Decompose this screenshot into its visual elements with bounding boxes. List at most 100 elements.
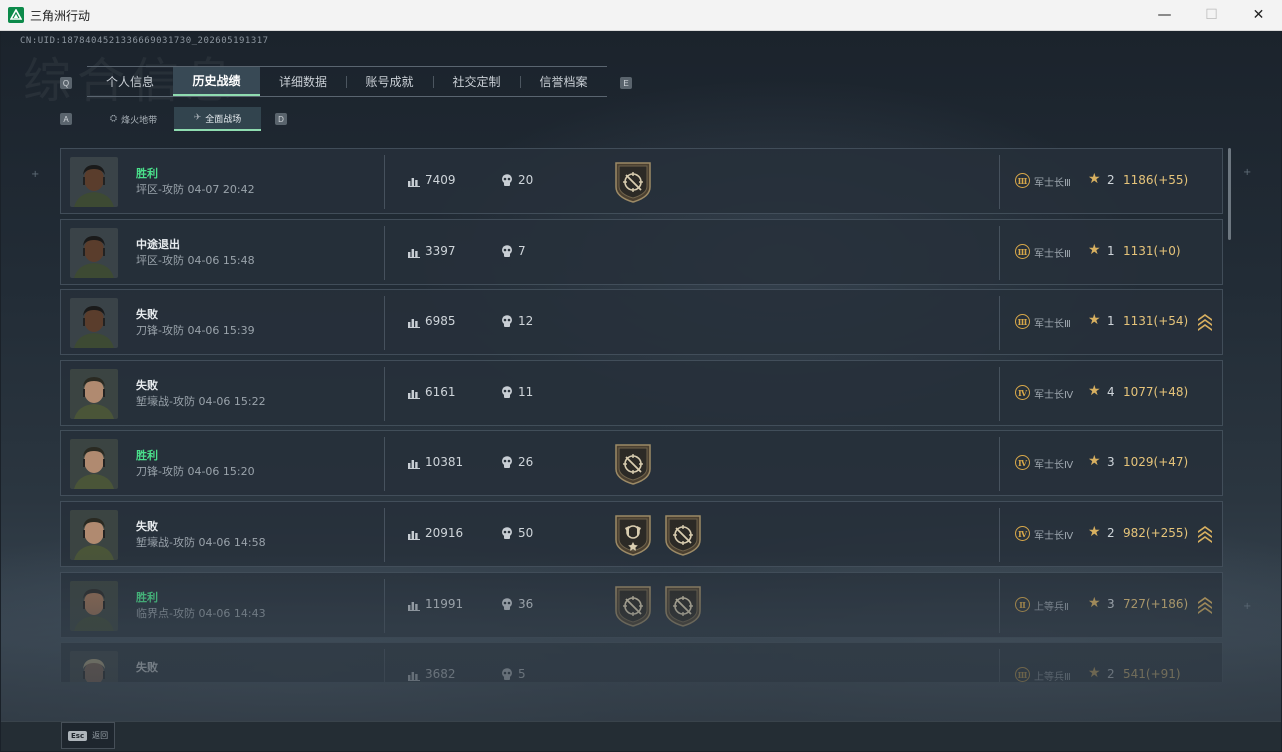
subtab-operations[interactable]: ⛭ 烽火地带 <box>93 107 174 131</box>
sniper-medal-badge-icon[interactable] <box>664 585 702 627</box>
operator-avatar <box>70 651 118 682</box>
sniper-medal-badge-icon[interactable] <box>614 443 652 485</box>
tab-detailed-data[interactable]: 详细数据 <box>260 67 346 96</box>
rank-emblem-icon: Ⅲ <box>1015 667 1030 682</box>
operator-avatar <box>70 439 118 489</box>
match-row[interactable]: 胜利 刀锋-攻防 04-06 15:20 10381 26 Ⅳ 军士长Ⅳ ★ 3 1029(+… <box>60 430 1223 496</box>
tab-prev-key-hint[interactable]: Q <box>60 77 72 89</box>
match-row[interactable]: 失败 刀锋-攻防 04-06 15:39 6985 12 Ⅲ 军士长Ⅲ ★ 1 1131(+54… <box>60 289 1223 355</box>
match-history-list[interactable]: 胜利 坪区-攻防 04-07 20:42 7409 20 Ⅲ 军士长Ⅲ ★ 2 1186(+5… <box>60 148 1223 682</box>
maximize-button[interactable]: ☐ <box>1188 0 1235 30</box>
mode-subtab-bar: ⛭ 烽火地带 ✈ 全面战场 <box>93 107 261 131</box>
column-divider <box>384 296 385 350</box>
subtab-prev-key-hint[interactable]: A <box>60 113 72 125</box>
sniper-medal-badge-icon[interactable] <box>664 514 702 556</box>
match-result: 失败 <box>136 520 158 533</box>
match-score: 10381 <box>425 455 464 469</box>
match-result: 胜利 <box>136 591 158 604</box>
match-mode-time: 坪区-攻防 04-06 15:48 <box>136 254 255 267</box>
rank-emblem-icon: Ⅲ <box>1015 173 1030 188</box>
skull-kills-icon <box>502 386 512 398</box>
tab-achievements[interactable]: 账号成就 <box>346 67 433 96</box>
subtab-operations-label: 烽火地带 <box>121 115 158 126</box>
tab-match-history[interactable]: 历史战绩 <box>173 67 260 96</box>
rank-points: 1029(+47) <box>1123 455 1189 469</box>
match-score: 3397 <box>425 244 456 258</box>
rank-stars: 3 <box>1107 597 1115 611</box>
match-row[interactable]: 中途退出 坪区-攻防 04-06 15:48 3397 7 Ⅲ 军士长Ⅲ ★ 1 1131(+0… <box>60 219 1223 285</box>
match-result: 失败 <box>136 379 158 392</box>
rank-stars: 2 <box>1107 667 1115 681</box>
column-divider <box>384 579 385 633</box>
match-mode-time: 堑壕战-攻防 04-06 14:58 <box>136 536 266 549</box>
operator-avatar <box>70 157 118 207</box>
rank-star-icon: ★ <box>1088 453 1101 469</box>
match-kills: 7 <box>518 244 526 258</box>
score-bars-icon <box>408 460 420 469</box>
match-result: 胜利 <box>136 167 158 180</box>
skull-kills-icon <box>502 174 512 186</box>
match-row[interactable]: 失败 3682 5 Ⅲ 上等兵Ⅲ ★ 2 541(+91) <box>60 642 1223 682</box>
rank-star-icon: ★ <box>1088 595 1101 611</box>
rank-points: 1186(+55) <box>1123 173 1189 187</box>
medal-medal-badge-icon[interactable] <box>614 514 652 556</box>
operator-avatar <box>70 581 118 631</box>
match-mode-time: 坪区-攻防 04-07 20:42 <box>136 183 255 196</box>
score-bars-icon <box>408 672 420 681</box>
window-titlebar: 三角洲行动 — ☐ ✕ <box>0 0 1282 31</box>
list-scrollbar[interactable] <box>1228 148 1231 240</box>
rank-name: 军士长Ⅳ <box>1034 531 1074 542</box>
tab-social-customization[interactable]: 社交定制 <box>433 67 520 96</box>
operator-avatar <box>70 369 118 419</box>
back-label: 返回 <box>92 731 109 740</box>
match-row[interactable]: 胜利 临界点-攻防 04-06 14:43 11991 36 Ⅱ 上等兵Ⅱ ★ 3 727(+… <box>60 572 1223 638</box>
match-kills: 36 <box>518 597 534 611</box>
skull-kills-icon <box>502 527 512 539</box>
subtab-warfare[interactable]: ✈ 全面战场 <box>174 107 261 131</box>
crosshair-decoration-icon: + <box>1243 601 1252 612</box>
rank-emblem-icon: Ⅲ <box>1015 244 1030 259</box>
operator-avatar <box>70 510 118 560</box>
operator-avatar <box>70 298 118 348</box>
match-kills: 12 <box>518 314 534 328</box>
player-uid: CN:UID:1878404521336669031730_2026051913… <box>20 36 269 46</box>
match-score: 6161 <box>425 385 456 399</box>
column-divider <box>999 296 1000 350</box>
esc-key-hint: Esc <box>68 730 88 741</box>
rank-up-chevrons-icon <box>1198 597 1212 614</box>
rank-up-chevrons-icon <box>1198 314 1212 331</box>
sniper-medal-badge-icon[interactable] <box>614 585 652 627</box>
crosshair-decoration-icon: + <box>1243 167 1252 178</box>
rank-points: 541(+91) <box>1123 667 1181 681</box>
rank-stars: 1 <box>1107 244 1115 258</box>
tab-personal-info[interactable]: 个人信息 <box>87 67 173 96</box>
rank-star-icon: ★ <box>1088 312 1101 328</box>
rank-emblem-icon: Ⅲ <box>1015 314 1030 329</box>
subtab-next-key-hint[interactable]: D <box>275 113 287 125</box>
match-row[interactable]: 失败 堑壕战-攻防 04-06 15:22 6161 11 Ⅳ 军士长Ⅳ ★ 4 1077(+4… <box>60 360 1223 426</box>
minimize-button[interactable]: — <box>1141 0 1188 30</box>
sniper-medal-badge-icon[interactable] <box>614 161 652 203</box>
app-logo-icon <box>8 7 24 23</box>
rank-stars: 3 <box>1107 455 1115 469</box>
tab-reputation-record[interactable]: 信誉档案 <box>520 67 607 96</box>
match-row[interactable]: 胜利 坪区-攻防 04-07 20:42 7409 20 Ⅲ 军士长Ⅲ ★ 2 1186(+5… <box>60 148 1223 214</box>
match-kills: 20 <box>518 173 534 187</box>
tab-next-key-hint[interactable]: E <box>620 77 632 89</box>
match-result: 失败 <box>136 661 158 674</box>
main-tab-bar: 个人信息 历史战绩 详细数据 账号成就 社交定制 信誉档案 <box>87 66 607 97</box>
score-bars-icon <box>408 390 420 399</box>
rank-stars: 2 <box>1107 526 1115 540</box>
back-button[interactable]: Esc 返回 <box>61 722 115 749</box>
operations-mode-icon: ⛭ <box>109 114 118 124</box>
match-score: 20916 <box>425 526 464 540</box>
close-button[interactable]: ✕ <box>1235 0 1282 30</box>
match-kills: 50 <box>518 526 534 540</box>
footer-bar: Esc 返回 <box>1 721 1281 751</box>
match-score: 6985 <box>425 314 456 328</box>
skull-kills-icon <box>502 245 512 257</box>
match-score: 11991 <box>425 597 464 611</box>
crosshair-decoration-icon: + <box>31 169 40 180</box>
match-mode-time: 刀锋-攻防 04-06 15:20 <box>136 465 255 478</box>
match-row[interactable]: 失败 堑壕战-攻防 04-06 14:58 20916 50 Ⅳ 军士长Ⅳ ★ 2 982(+… <box>60 501 1223 567</box>
